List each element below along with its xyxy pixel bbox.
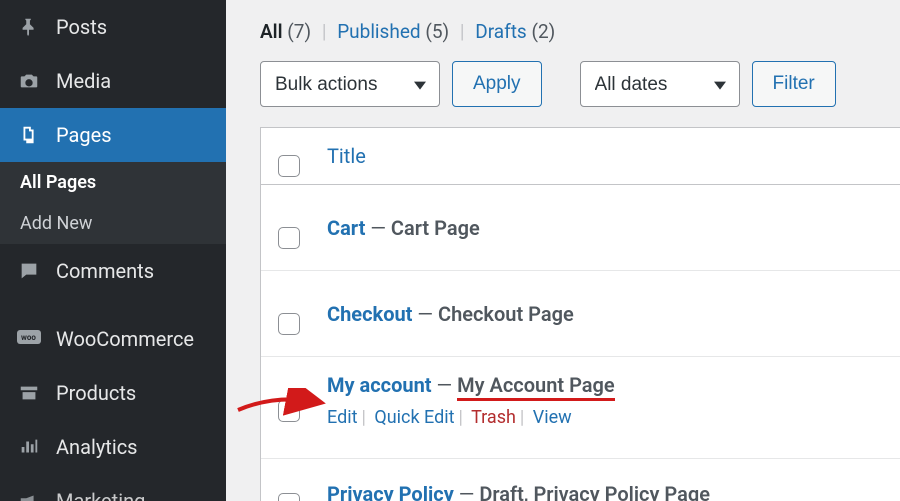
date-filter-select[interactable]: All dates — [580, 61, 740, 107]
page-link[interactable]: My account — [327, 373, 432, 397]
row-action-trash[interactable]: Trash — [471, 407, 516, 428]
filter-published[interactable]: Published — [337, 20, 425, 43]
filter-button[interactable]: Filter — [752, 61, 836, 107]
select-all-checkbox[interactable] — [278, 155, 300, 177]
chat-icon — [16, 258, 42, 284]
megaphone-icon — [16, 488, 42, 501]
sidebar-label: Media — [56, 69, 111, 93]
page-link[interactable]: Privacy Policy — [327, 482, 454, 501]
row-checkbox[interactable] — [278, 400, 300, 422]
sidebar-label: Posts — [56, 15, 107, 39]
filter-drafts[interactable]: Drafts — [475, 20, 531, 43]
sidebar-label: Products — [56, 381, 136, 405]
admin-sidebar: Posts Media Pages All Pages Add New Comm… — [0, 0, 226, 501]
sidebar-label: WooCommerce — [56, 327, 194, 351]
page-link[interactable]: Cart — [327, 216, 365, 240]
row-action-edit[interactable]: Edit — [327, 407, 357, 428]
main-content: All (7) | Published (5) | Drafts (2) Bul… — [226, 0, 900, 501]
filter-all[interactable]: All (7) — [260, 20, 316, 43]
row-actions: Edit| Quick Edit| Trash| View — [327, 407, 890, 428]
pin-icon — [16, 14, 42, 40]
sidebar-item-analytics[interactable]: Analytics — [0, 420, 226, 474]
sidebar-item-posts[interactable]: Posts — [0, 0, 226, 54]
column-header-title[interactable]: Title — [327, 144, 366, 168]
status-filter-links: All (7) | Published (5) | Drafts (2) — [226, 0, 900, 51]
row-action-view[interactable]: View — [533, 407, 572, 428]
bulk-actions-select[interactable]: Bulk actions — [260, 61, 440, 107]
svg-text:woo: woo — [21, 333, 36, 342]
sidebar-submenu: All Pages Add New — [0, 162, 226, 244]
sidebar-label: Analytics — [56, 435, 138, 459]
table-row: Checkout — Checkout Page — [261, 271, 900, 357]
row-checkbox[interactable] — [278, 313, 300, 335]
row-checkbox[interactable] — [278, 227, 300, 249]
apply-button[interactable]: Apply — [452, 61, 542, 107]
table-row: My account — My Account Page Edit| Quick… — [261, 357, 900, 459]
sidebar-item-comments[interactable]: Comments — [0, 244, 226, 298]
camera-icon — [16, 68, 42, 94]
page-link[interactable]: Checkout — [327, 302, 412, 326]
archive-icon — [16, 380, 42, 406]
sidebar-label: Marketing — [56, 489, 145, 501]
woo-icon: woo — [16, 326, 42, 352]
sidebar-sub-add-new[interactable]: Add New — [0, 203, 226, 244]
sidebar-item-media[interactable]: Media — [0, 54, 226, 108]
table-header: Title — [261, 128, 900, 185]
row-action-quick-edit[interactable]: Quick Edit — [374, 407, 454, 428]
sidebar-sub-all-pages[interactable]: All Pages — [0, 162, 226, 203]
row-checkbox[interactable] — [278, 493, 300, 501]
sidebar-label: Pages — [56, 123, 112, 147]
sidebar-item-woocommerce[interactable]: woo WooCommerce — [0, 312, 226, 366]
sidebar-item-pages[interactable]: Pages — [0, 108, 226, 162]
bars-icon — [16, 434, 42, 460]
table-row: Cart — Cart Page — [261, 185, 900, 271]
sidebar-item-products[interactable]: Products — [0, 366, 226, 420]
table-row: Privacy Policy — Draft, Privacy Policy P… — [261, 459, 900, 501]
pages-table: Title Cart — Cart Page Checkout — Checko… — [260, 127, 900, 501]
sidebar-label: Comments — [56, 259, 154, 283]
sidebar-item-marketing[interactable]: Marketing — [0, 474, 226, 501]
highlighted-suffix: My Account Page — [457, 373, 615, 401]
pages-icon — [16, 122, 42, 148]
toolbar: Bulk actions Apply All dates Filter — [226, 51, 900, 127]
